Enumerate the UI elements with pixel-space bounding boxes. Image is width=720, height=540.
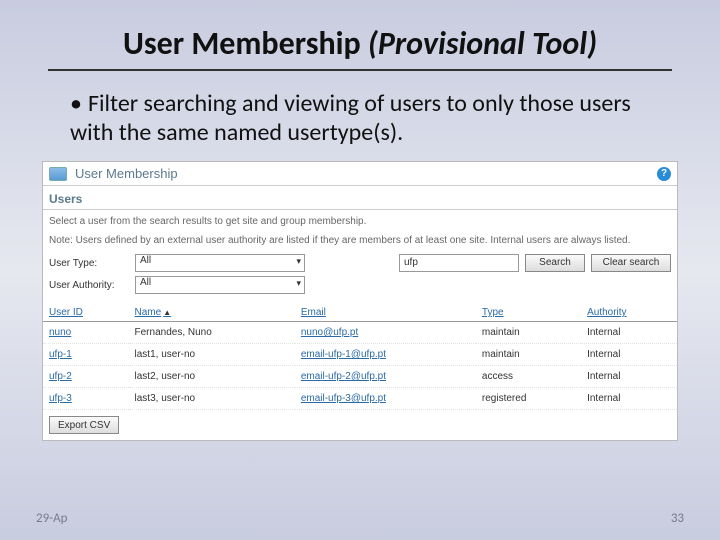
cell-user-id[interactable]: ufp-2 [43,366,129,388]
sort-asc-icon: ▲ [163,308,171,317]
cell-email[interactable]: email-ufp-3@ufp.pt [295,388,476,410]
table-row[interactable]: ufp-1 last1, user-no email-ufp-1@ufp.pt … [43,344,677,366]
panel-header: User Membership ? [43,162,677,186]
app-panel: User Membership ? Users Select a user fr… [42,161,678,441]
cell-type: maintain [476,344,581,366]
cell-user-id[interactable]: ufp-3 [43,388,129,410]
cell-email[interactable]: nuno@ufp.pt [295,322,476,344]
filter-row: User Type: All ufp Search Clear search U… [43,248,677,300]
bullet-text: Filter searching and viewing of users to… [70,89,631,147]
cell-name: last2, user-no [129,366,295,388]
table-row[interactable]: ufp-3 last3, user-no email-ufp-3@ufp.pt … [43,388,677,410]
cell-name: last1, user-no [129,344,295,366]
cell-type: access [476,366,581,388]
user-membership-icon [49,167,67,181]
export-row: Export CSV [43,410,677,440]
search-input[interactable]: ufp [399,254,519,272]
cell-authority: Internal [581,344,677,366]
search-button[interactable]: Search [525,254,585,272]
cell-user-id[interactable]: ufp-1 [43,344,129,366]
clear-search-button[interactable]: Clear search [591,254,671,272]
title-main: User Membership [123,24,368,63]
footer-date: 29-Ap [36,511,68,526]
cell-type: registered [476,388,581,410]
results-table: User ID Name▲ Email Type Authority nuno … [43,304,677,410]
user-type-select[interactable]: All [135,254,305,272]
col-user-id[interactable]: User ID [43,304,129,322]
panel-note: Note: Users defined by an external user … [43,229,677,248]
col-name[interactable]: Name▲ [129,304,295,322]
bullet-dot: • [70,89,88,118]
cell-name: last3, user-no [129,388,295,410]
table-row[interactable]: nuno Fernandes, Nuno nuno@ufp.pt maintai… [43,322,677,344]
title-underline [48,69,672,71]
cell-authority: Internal [581,366,677,388]
cell-type: maintain [476,322,581,344]
user-type-label: User Type: [49,258,129,269]
bullet-row: •Filter searching and viewing of users t… [0,89,720,147]
col-email[interactable]: Email [295,304,476,322]
users-heading: Users [43,186,677,210]
cell-authority: Internal [581,322,677,344]
cell-name: Fernandes, Nuno [129,322,295,344]
slide-title: User Membership (Provisional Tool) [0,0,720,69]
title-italic: (Provisional Tool) [368,24,597,63]
user-authority-select[interactable]: All [135,276,305,294]
footer-page-number: 33 [671,511,684,526]
panel-title: User Membership [75,166,657,181]
cell-email[interactable]: email-ufp-1@ufp.pt [295,344,476,366]
help-icon[interactable]: ? [657,167,671,181]
panel-description: Select a user from the search results to… [43,210,677,229]
col-authority[interactable]: Authority [581,304,677,322]
table-header-row: User ID Name▲ Email Type Authority [43,304,677,322]
export-csv-button[interactable]: Export CSV [49,416,119,434]
cell-email[interactable]: email-ufp-2@ufp.pt [295,366,476,388]
col-type[interactable]: Type [476,304,581,322]
table-row[interactable]: ufp-2 last2, user-no email-ufp-2@ufp.pt … [43,366,677,388]
cell-user-id[interactable]: nuno [43,322,129,344]
user-authority-label: User Authority: [49,280,129,291]
cell-authority: Internal [581,388,677,410]
